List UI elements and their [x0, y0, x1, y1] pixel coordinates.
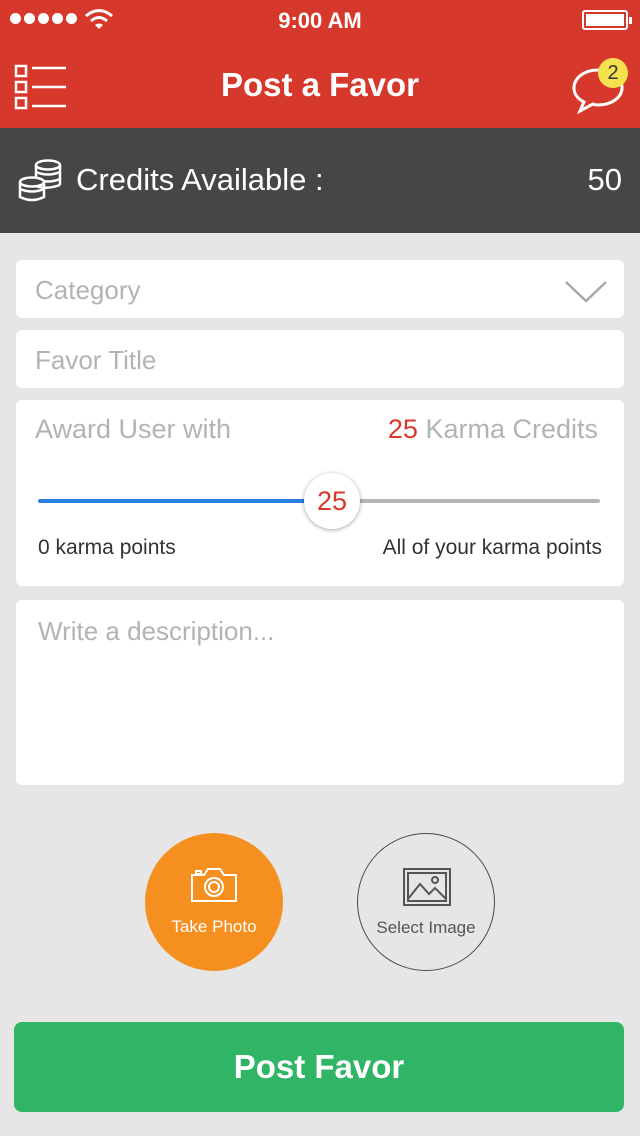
category-select[interactable]: Category [16, 260, 624, 318]
award-summary: 25 Karma Credits [388, 414, 598, 445]
award-label: Award User with [35, 414, 232, 444]
slider-thumb[interactable]: 25 [304, 473, 360, 529]
coins-icon [18, 159, 62, 202]
award-amount: 25 [387, 414, 418, 444]
category-placeholder: Category [35, 275, 141, 305]
select-image-label: Select Image [376, 918, 476, 937]
status-bar: 9:00 AM [0, 0, 640, 40]
take-photo-button[interactable]: Take Photo [145, 833, 283, 971]
slider-max-label: All of your karma points [382, 536, 602, 559]
description-textarea[interactable]: Write a description... [16, 600, 624, 785]
award-card: Award User with 25 Karma Credits 25 0 ka… [16, 400, 624, 586]
favor-title-placeholder: Favor Title [35, 345, 157, 375]
camera-icon [191, 868, 237, 902]
favor-title-input[interactable]: Favor Title [16, 330, 624, 388]
credits-label: Credits Available : [76, 162, 324, 197]
slider-track-remaining[interactable] [352, 499, 600, 503]
image-icon [403, 868, 451, 906]
award-unit: Karma Credits [425, 414, 598, 444]
slider-min-label: 0 karma points [38, 536, 176, 559]
post-favor-button[interactable]: Post Favor [14, 1022, 624, 1112]
chevron-down-icon [565, 281, 607, 303]
description-placeholder: Write a description... [38, 616, 275, 646]
slider-track-filled[interactable] [38, 499, 310, 503]
credits-value: 50 [587, 162, 622, 197]
credits-bar: Credits Available : 50 [0, 128, 640, 233]
top-bar: 9:00 AM Post a Favor 2 [0, 0, 640, 128]
select-image-button[interactable]: Select Image [357, 833, 495, 971]
status-time: 9:00 AM [278, 8, 362, 33]
take-photo-label: Take Photo [171, 917, 257, 936]
battery-icon [582, 10, 632, 30]
page-title: Post a Favor [220, 66, 420, 103]
notification-badge[interactable]: 2 [598, 58, 628, 88]
